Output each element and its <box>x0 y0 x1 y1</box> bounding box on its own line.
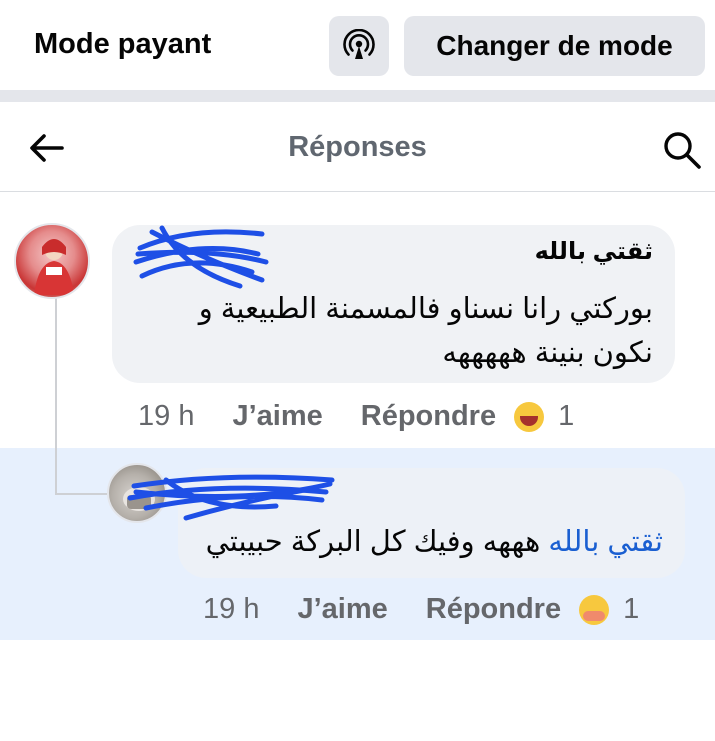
comment-actions: 19 h J’aime Répondre 1 <box>203 593 639 626</box>
comment-actions: 19 h J’aime Répondre 1 <box>138 400 574 433</box>
broadcast-button[interactable] <box>329 16 389 76</box>
broadcast-icon <box>343 29 375 59</box>
mention-link[interactable]: ثقتي بالله <box>548 526 663 558</box>
reply-button[interactable]: Répondre <box>426 593 561 626</box>
comment-time: 19 h <box>203 593 260 625</box>
thread-line <box>55 290 57 495</box>
comment-time: 19 h <box>138 400 195 432</box>
comment-author[interactable]: ثقتي بالله <box>535 237 653 266</box>
redaction-scribble <box>127 474 335 521</box>
comment-text-body: هههه وفيك كل البركة حبيبتي <box>205 526 549 558</box>
comment-text: ثقتي بالله هههه وفيك كل البركة حبيبتي <box>206 524 663 559</box>
page-title: Réponses <box>288 131 427 163</box>
redaction-scribble <box>133 225 269 289</box>
thread-line-branch <box>55 493 107 495</box>
comment-text: بوركتي رانا نسناو فالمسمنة الطبيعية و نك… <box>198 293 653 369</box>
avatar[interactable] <box>14 223 90 299</box>
search-icon[interactable] <box>662 130 702 170</box>
avatar-picture <box>34 239 74 295</box>
like-button[interactable]: J’aime <box>297 593 387 626</box>
like-button[interactable]: J’aime <box>232 400 322 433</box>
replies-header: Réponses <box>0 102 715 192</box>
mode-title: Mode payant <box>34 28 212 60</box>
reaction-count[interactable]: 1 <box>558 400 574 433</box>
reply-button[interactable]: Répondre <box>361 400 496 433</box>
laughing-emoji-icon[interactable] <box>514 401 545 432</box>
mode-bar: Mode payant Changer de mode <box>0 0 715 90</box>
hug-emoji-icon[interactable] <box>579 594 610 625</box>
reaction-count[interactable]: 1 <box>623 593 639 626</box>
section-divider <box>0 90 715 102</box>
change-mode-button[interactable]: Changer de mode <box>404 16 705 76</box>
